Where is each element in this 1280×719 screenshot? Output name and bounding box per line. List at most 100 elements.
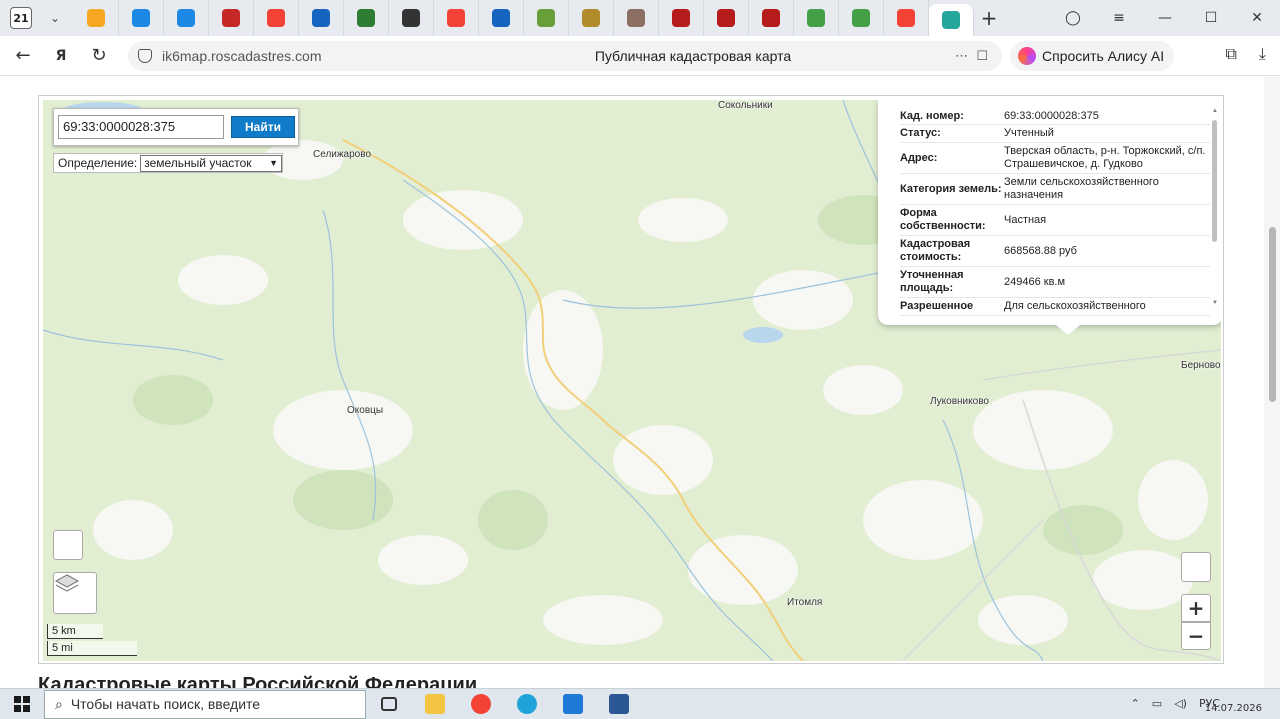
chevron-up-icon[interactable]: ⌃	[1131, 697, 1140, 710]
profile-icon[interactable]: ◯	[1050, 10, 1096, 26]
definition-panel: Определение: земельный участок ▼	[53, 153, 283, 173]
browser-tab[interactable]	[704, 0, 749, 36]
yandex-browser-icon[interactable]	[458, 694, 504, 714]
url-text: ik6map.roscadastres.com	[162, 48, 322, 64]
browser-tab[interactable]	[434, 0, 479, 36]
popup-row-key: Адрес:	[900, 151, 938, 164]
place-selizharovo: Селижарово	[313, 149, 372, 160]
search-button[interactable]: Найти	[231, 116, 295, 138]
download-icon[interactable]: ⤓	[1259, 44, 1266, 64]
cadastral-map[interactable]: Сокольники Селижарово Оковцы Луковниково…	[43, 100, 1221, 661]
popup-row: Уточненная площадь: 249466 кв.м	[900, 267, 1210, 298]
cadastral-number-input[interactable]: 69:33:0000028:375	[58, 115, 224, 139]
menu-icon[interactable]: ≡	[1096, 10, 1142, 26]
geolocation-button[interactable]	[1181, 552, 1211, 582]
popup-scrollbar[interactable]	[1212, 120, 1217, 242]
taskbar-search[interactable]: ⌕ Чтобы начать поиск, введите	[44, 689, 366, 719]
popup-row-value: Для сельскохозяйственного	[1004, 300, 1146, 312]
browser-tab[interactable]	[389, 0, 434, 36]
page-content: Сокольники Селижарово Оковцы Луковниково…	[0, 77, 1264, 688]
new-tab-button[interactable]: +	[974, 6, 1004, 30]
browser-tab[interactable]	[299, 0, 344, 36]
file-explorer-icon[interactable]	[412, 694, 458, 714]
word-icon[interactable]	[596, 694, 642, 714]
fullscreen-button[interactable]	[53, 530, 83, 560]
popup-row-value: 668568.88 руб	[1004, 244, 1077, 257]
browser-tab[interactable]	[569, 0, 614, 36]
browser-tab[interactable]	[164, 0, 209, 36]
popup-row-key: Уточненная площадь:	[900, 269, 964, 294]
definition-select[interactable]: земельный участок ▼	[140, 154, 282, 172]
browser-tab[interactable]	[929, 4, 974, 36]
yandex-icon	[267, 9, 285, 27]
scale-mi: 5 mi	[47, 641, 137, 656]
browser-tab[interactable]	[479, 0, 524, 36]
apps-icon	[807, 9, 825, 27]
ask-alice-button[interactable]: Спросить Алису AI	[1010, 41, 1174, 71]
popup-row: Адрес: Тверская область, р-н. Торжокский,…	[900, 143, 1210, 174]
page-scrollbar[interactable]	[1264, 77, 1280, 688]
volume-icon[interactable]: ◁)	[1174, 697, 1187, 710]
map-icon	[942, 11, 960, 29]
yandex-icon	[447, 9, 465, 27]
parcel-info-popup: Кад. номер: 69:33:0000028:375 Статус: Учтен…	[878, 100, 1221, 335]
browser-tab[interactable]	[119, 0, 164, 36]
reload-button[interactable]: ↻	[84, 45, 114, 66]
museum-icon	[762, 9, 780, 27]
popup-row-key: Форма собственности:	[900, 207, 986, 232]
yandex-home-icon[interactable]: Я	[46, 48, 76, 64]
chevron-down-icon[interactable]: ⌄	[42, 11, 68, 25]
maximize-button[interactable]: ☐	[1188, 10, 1234, 26]
address-bar: ← Я ↻ ik6map.roscadastres.com Публичная …	[0, 36, 1280, 76]
url-field[interactable]: ik6map.roscadastres.com Публичная кадаст…	[128, 41, 1002, 71]
browser-tab[interactable]	[74, 0, 119, 36]
search-icon: ⌕	[55, 695, 63, 712]
browser-tab[interactable]	[254, 0, 299, 36]
edge-icon[interactable]	[504, 694, 550, 714]
browser-tab[interactable]	[884, 0, 929, 36]
place-lukovnikovo: Луковниково	[930, 396, 989, 407]
popup-row-key: Категория земель:	[900, 182, 1002, 195]
browser-tab[interactable]	[524, 0, 569, 36]
layers-button[interactable]	[53, 572, 97, 614]
chevron-down-icon: ▼	[269, 158, 278, 168]
popup-row-value: 69:33:0000028:375	[1004, 109, 1099, 122]
map-frame: Сокольники Селижарово Оковцы Луковниково…	[38, 95, 1224, 664]
soccer-icon	[402, 9, 420, 27]
window-controls: ◯ ≡ — ☐ ✕	[1050, 0, 1280, 36]
popup-row-key: Разрешенное	[900, 300, 974, 312]
close-window-button[interactable]: ✕	[1234, 10, 1280, 26]
popup-row-value: Частная	[1004, 213, 1047, 226]
network-icon[interactable]: ▭	[1152, 697, 1162, 710]
browser-tab[interactable]	[209, 0, 254, 36]
start-button[interactable]	[0, 696, 44, 712]
page-heading: Кадастровые карты Российской Федерации	[38, 674, 478, 688]
anchor-icon	[357, 9, 375, 27]
browser-tab[interactable]	[839, 0, 884, 36]
extensions-icon[interactable]: ⧉	[1225, 44, 1236, 64]
scroll-up-icon[interactable]: ▲	[1212, 108, 1218, 114]
tab-counter[interactable]: 21	[10, 7, 32, 29]
tab-strip	[74, 0, 974, 36]
popup-row: Кад. номер: 69:33:0000028:375	[900, 108, 1210, 125]
browser-tab[interactable]	[794, 0, 839, 36]
alice-icon	[1018, 47, 1036, 65]
u-icon	[492, 9, 510, 27]
browser-tab[interactable]	[749, 0, 794, 36]
task-view-icon[interactable]	[366, 697, 412, 711]
taskbar-date[interactable]: 14.07.2026	[1205, 703, 1262, 714]
browser-tab[interactable]	[614, 0, 659, 36]
bookmark-icon[interactable]: ⋯ ☐	[955, 49, 988, 64]
browser-tab[interactable]	[344, 0, 389, 36]
browser-tab[interactable]	[659, 0, 704, 36]
back-button[interactable]: ←	[8, 45, 38, 66]
minimize-button[interactable]: —	[1142, 10, 1188, 26]
windows-icon	[14, 696, 30, 712]
page-title: Публичная кадастровая карта	[594, 48, 792, 64]
avatar-icon	[627, 9, 645, 27]
photos-icon[interactable]	[550, 694, 596, 714]
scroll-thumb[interactable]	[1269, 227, 1276, 402]
zoom-out-button[interactable]: −	[1181, 622, 1211, 650]
zoom-in-button[interactable]: +	[1181, 594, 1211, 622]
scroll-down-icon[interactable]: ▼	[1212, 300, 1218, 306]
